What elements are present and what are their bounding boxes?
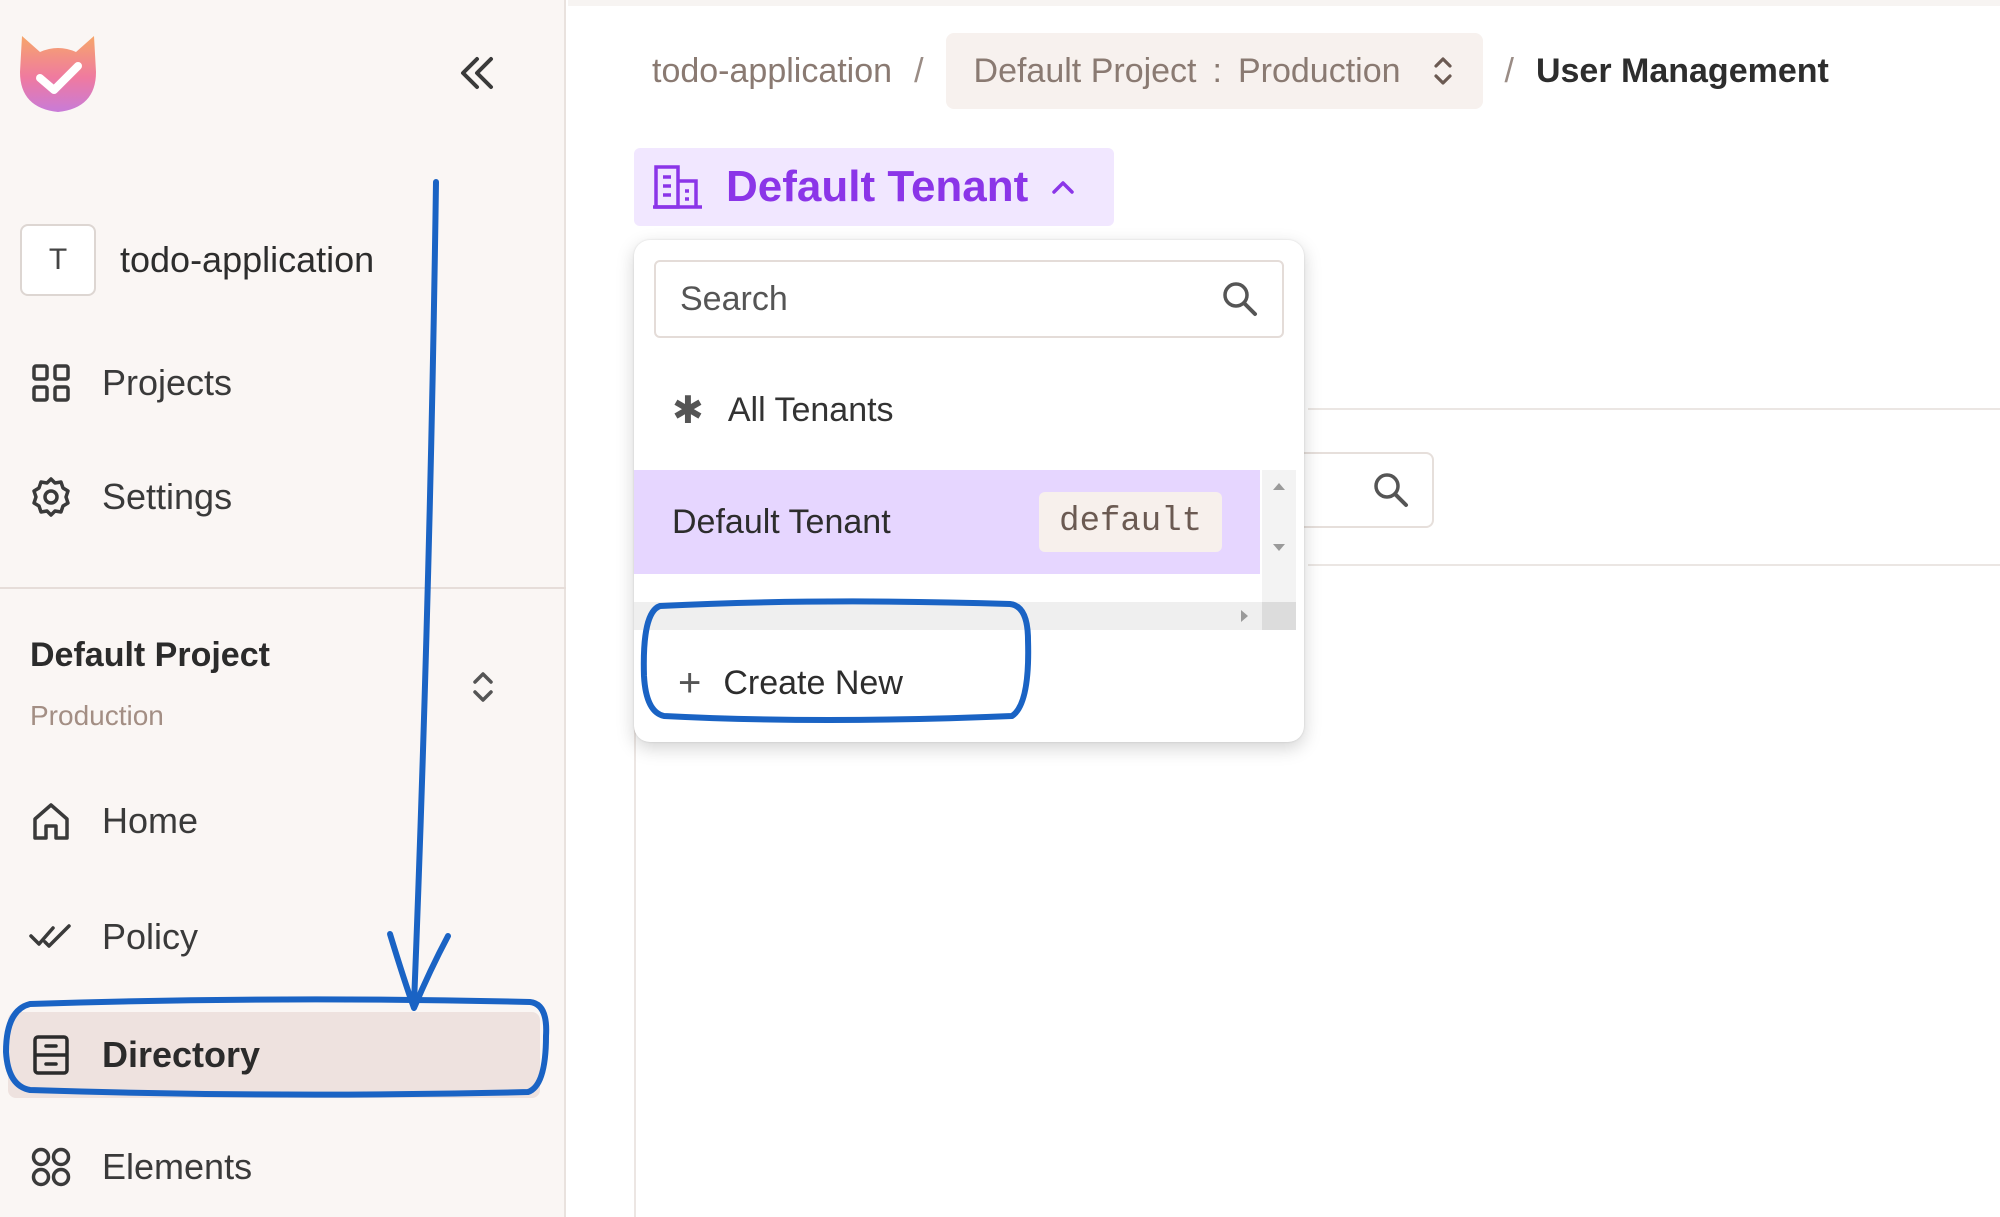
breadcrumb-separator: / bbox=[914, 51, 924, 90]
breadcrumb-colon: : bbox=[1212, 51, 1222, 90]
chevron-up-down-icon bbox=[1431, 53, 1455, 89]
breadcrumb-environment-switcher[interactable]: Default Project : Production bbox=[945, 33, 1483, 109]
sidebar-item-policy[interactable]: Policy bbox=[0, 894, 566, 980]
tenant-dropdown: ✱ All Tenants Default Tenant default bbox=[634, 240, 1304, 742]
org-switcher[interactable]: T todo-application bbox=[20, 224, 374, 296]
tenant-search-input[interactable] bbox=[678, 278, 1220, 320]
breadcrumb-org-link[interactable]: todo-application bbox=[652, 52, 892, 91]
tenant-search-field[interactable] bbox=[654, 260, 1284, 338]
tenant-list: Default Tenant default bbox=[634, 470, 1304, 630]
sidebar-item-label: Settings bbox=[102, 476, 233, 517]
all-tenants-option[interactable]: ✱ All Tenants bbox=[634, 360, 1304, 460]
collapse-sidebar-button[interactable] bbox=[450, 48, 504, 98]
project-name: Default Project bbox=[30, 636, 270, 674]
chevron-up-down-icon bbox=[473, 672, 493, 702]
sidebar-item-settings[interactable]: Settings bbox=[0, 454, 566, 540]
sidebar-item-elements[interactable]: Elements bbox=[0, 1124, 566, 1210]
sidebar-item-label: Policy bbox=[102, 916, 199, 957]
create-new-label: Create New bbox=[723, 663, 903, 702]
double-check-icon bbox=[28, 914, 74, 960]
create-new-tenant-button[interactable]: + Create New bbox=[634, 636, 1304, 730]
tenant-selector-label: Default Tenant bbox=[726, 162, 1029, 211]
directory-icon bbox=[28, 1032, 74, 1078]
gear-icon bbox=[28, 474, 74, 520]
tenant-option-default[interactable]: Default Tenant default bbox=[634, 470, 1260, 574]
horizontal-scrollbar[interactable] bbox=[634, 602, 1296, 630]
double-chevron-left-icon bbox=[461, 57, 493, 89]
scrollbar-track bbox=[634, 602, 1262, 630]
grid-icon bbox=[28, 360, 74, 406]
breadcrumb-current-page: User Management bbox=[1535, 51, 1829, 90]
org-name: todo-application bbox=[120, 239, 375, 280]
search-icon bbox=[1223, 282, 1257, 316]
chevron-up-icon bbox=[1050, 178, 1076, 196]
vertical-scrollbar[interactable] bbox=[1262, 470, 1296, 602]
breadcrumb-environment: Production bbox=[1237, 51, 1401, 90]
breadcrumb: todo-application / Default Project : Pro… bbox=[652, 30, 1829, 112]
plus-icon: + bbox=[678, 660, 702, 705]
panel-edge bbox=[634, 660, 636, 1217]
sidebar-item-label: Projects bbox=[102, 362, 233, 403]
project-environment: Production bbox=[30, 700, 164, 731]
project-switcher[interactable]: Default Project Production bbox=[0, 622, 566, 752]
content-divider bbox=[1308, 408, 2000, 410]
scroll-down-arrow-icon[interactable] bbox=[1271, 542, 1287, 554]
sidebar-item-label: Elements bbox=[102, 1146, 253, 1187]
scrollbar-corner bbox=[1262, 602, 1296, 630]
breadcrumb-project: Default Project bbox=[973, 51, 1197, 90]
org-avatar: T bbox=[20, 224, 96, 296]
scroll-up-arrow-icon[interactable] bbox=[1271, 480, 1287, 492]
top-strip bbox=[568, 0, 2000, 6]
main-content: todo-application / Default Project : Pro… bbox=[568, 0, 2000, 1217]
asterisk-icon: ✱ bbox=[672, 389, 704, 432]
sidebar-item-home[interactable]: Home bbox=[0, 778, 566, 864]
breadcrumb-separator: / bbox=[1504, 51, 1514, 90]
search-icon bbox=[1374, 473, 1408, 507]
home-icon bbox=[28, 798, 74, 844]
tenant-option-label: Default Tenant bbox=[672, 502, 891, 541]
tenant-selector-button[interactable]: Default Tenant bbox=[634, 148, 1114, 226]
sidebar-divider bbox=[0, 587, 566, 589]
sidebar: T todo-application Projects Settings Def… bbox=[0, 0, 566, 1217]
sidebar-item-directory[interactable]: Directory bbox=[8, 1012, 540, 1098]
content-divider bbox=[1308, 564, 2000, 566]
building-icon bbox=[652, 163, 704, 211]
sidebar-item-label: Directory bbox=[102, 1034, 261, 1075]
scroll-right-arrow-icon[interactable] bbox=[1238, 608, 1250, 624]
app-logo[interactable] bbox=[14, 22, 102, 118]
tenant-key-badge: default bbox=[1039, 492, 1222, 552]
background-search-input[interactable] bbox=[1288, 452, 1434, 528]
all-tenants-label: All Tenants bbox=[727, 390, 894, 429]
sidebar-item-label: Home bbox=[102, 800, 199, 841]
sidebar-item-projects[interactable]: Projects bbox=[0, 340, 566, 426]
elements-icon bbox=[28, 1144, 74, 1190]
